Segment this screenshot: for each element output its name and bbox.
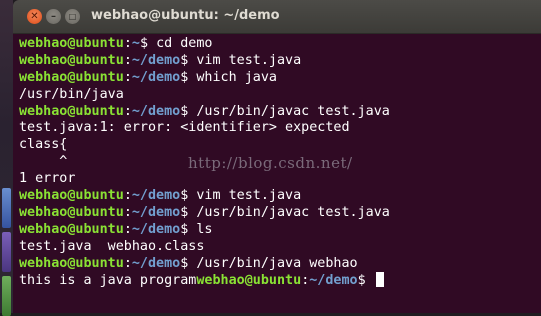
command-text: ls xyxy=(196,221,213,237)
prompt-colon: : xyxy=(123,52,132,68)
output-text: 1 error xyxy=(19,171,76,187)
title-bar[interactable]: ✕ – □ webhao@ubuntu: ~/demo xyxy=(13,0,541,34)
prompt-dollar: $ xyxy=(180,221,197,237)
prompt-user: webhao@ubuntu xyxy=(196,273,302,289)
command-text: /usr/bin/javac test.java xyxy=(196,204,390,220)
maximize-icon[interactable]: □ xyxy=(65,9,80,24)
prompt-user: webhao@ubuntu xyxy=(19,69,124,85)
command-text: which java xyxy=(196,69,277,85)
prompt-path: ~/demo xyxy=(131,255,181,271)
command-text: vim test.java xyxy=(196,188,302,204)
prompt-user: webhao@ubuntu xyxy=(19,221,124,237)
launcher-app-icon[interactable] xyxy=(2,188,11,228)
prompt-colon: : xyxy=(123,255,132,271)
prompt-dollar: $ xyxy=(180,52,197,68)
prompt-path: ~/demo xyxy=(131,103,181,119)
prompt-user: webhao@ubuntu xyxy=(19,204,124,220)
prompt-line: webhao@ubuntu:~/demo$ vim test.java xyxy=(19,53,541,70)
prompt-dollar: $ xyxy=(180,255,197,271)
output-text: test.java:1: error: <identifier> expecte… xyxy=(19,120,350,136)
output-line: test.java:1: error: <identifier> expecte… xyxy=(19,120,541,137)
prompt-path: ~/demo xyxy=(131,52,181,68)
prompt-line: webhao@ubuntu:~/demo$ ls xyxy=(19,222,541,239)
terminal-window: ✕ – □ webhao@ubuntu: ~/demo webhao@ubunt… xyxy=(13,0,541,313)
output-text: class{ xyxy=(19,137,68,153)
output-text: test.java webhao.class xyxy=(19,238,205,254)
prompt-dollar: $ xyxy=(180,204,197,220)
prompt-colon: : xyxy=(123,204,132,220)
watermark: http://blog.csdn.net/ xyxy=(188,154,353,172)
prompt-line: webhao@ubuntu:~/demo$ /usr/bin/javac tes… xyxy=(19,205,541,222)
prompt-colon: : xyxy=(123,103,132,119)
command-text: vim test.java xyxy=(196,52,302,68)
unity-launcher xyxy=(0,0,13,316)
prompt-colon: : xyxy=(123,36,132,51)
prompt-dollar: $ xyxy=(180,69,197,85)
launcher-app-icon[interactable] xyxy=(2,232,11,272)
output-line: class{ xyxy=(19,137,541,154)
output-line: /usr/bin/java xyxy=(19,87,541,104)
prompt-user: webhao@ubuntu xyxy=(19,36,124,51)
window-title: webhao@ubuntu: ~/demo xyxy=(91,8,280,23)
prompt-dollar: $ xyxy=(180,103,197,119)
command-text: /usr/bin/javac test.java xyxy=(196,103,390,119)
prompt-user: webhao@ubuntu xyxy=(19,255,124,271)
output-line: 1 error xyxy=(19,171,541,188)
launcher-app-icon[interactable] xyxy=(2,276,11,316)
prompt-line: webhao@ubuntu:~$ cd demo xyxy=(19,36,541,53)
prompt-path: ~/demo xyxy=(131,204,181,220)
command-text: cd demo xyxy=(156,36,213,51)
output-text: this is a java program xyxy=(19,273,197,289)
prompt-line: webhao@ubuntu:~/demo$ /usr/bin/javac tes… xyxy=(19,104,541,121)
prompt-path: ~/demo xyxy=(131,188,181,204)
output-text: ^ xyxy=(19,154,68,170)
prompt-user: webhao@ubuntu xyxy=(19,188,124,204)
minimize-icon[interactable]: – xyxy=(46,9,61,24)
prompt-user: webhao@ubuntu xyxy=(19,103,124,119)
command-text: /usr/bin/java webhao xyxy=(196,255,358,271)
prompt-line: webhao@ubuntu:~/demo$ /usr/bin/java webh… xyxy=(19,256,541,273)
prompt-line: webhao@ubuntu:~/demo$ which java xyxy=(19,70,541,87)
prompt-colon: : xyxy=(123,221,132,237)
prompt-path: ~ xyxy=(131,36,140,51)
close-icon[interactable]: ✕ xyxy=(27,9,42,24)
prompt-dollar: $ xyxy=(180,188,197,204)
prompt-dollar: $ xyxy=(357,273,374,289)
prompt-user: webhao@ubuntu xyxy=(19,52,124,68)
prompt-colon: : xyxy=(123,69,132,85)
prompt-dollar: $ xyxy=(139,36,157,51)
prompt-path: ~/demo xyxy=(131,221,181,237)
prompt-line: webhao@ubuntu:~/demo$ vim test.java xyxy=(19,188,541,205)
prompt-line: this is a java programwebhao@ubuntu:~/de… xyxy=(19,272,541,289)
text-cursor xyxy=(375,272,384,288)
prompt-colon: : xyxy=(123,188,132,204)
prompt-path: ~/demo xyxy=(131,69,181,85)
prompt-path: ~/demo xyxy=(309,273,358,289)
output-text: /usr/bin/java xyxy=(19,86,124,102)
output-line: test.java webhao.class xyxy=(19,239,541,256)
